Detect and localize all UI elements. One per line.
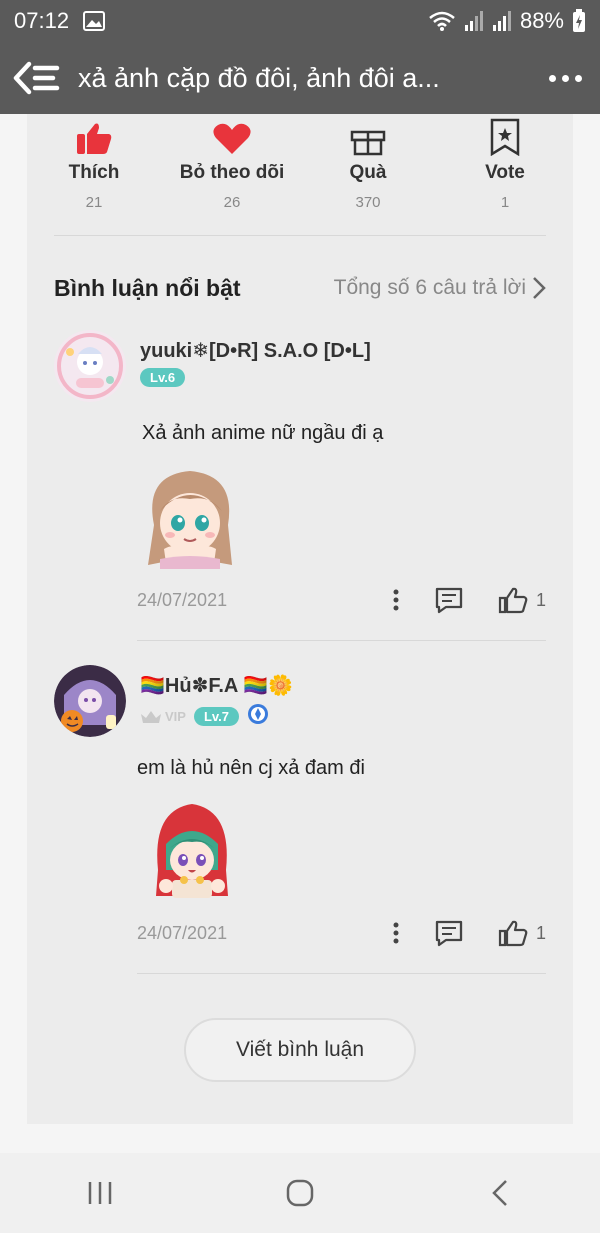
recent-apps-button[interactable] [60,1163,140,1223]
wifi-icon [428,10,456,32]
recent-apps-icon [88,1182,112,1204]
red-hood-girl-sticker [152,800,232,909]
back-button[interactable] [460,1163,540,1223]
battery-icon [572,9,586,33]
like-comment-icon[interactable] [482,586,528,614]
more-options-icon[interactable] [376,589,416,611]
signal-icon-2 [492,10,512,32]
gallery-notification-icon [83,11,106,31]
status-time: 07:12 [14,8,70,33]
chevron-right-icon [533,277,546,299]
home-button[interactable] [260,1163,340,1223]
level-badge: Lv.6 [140,368,186,387]
like-count: 21 [85,194,103,211]
comment-meta: 24/07/2021 1 [137,915,546,951]
battery-percent: 88% [519,8,564,33]
comment-like-count: 1 [535,589,546,610]
home-icon [286,1179,314,1207]
write-comment-button[interactable]: Viết bình luận [184,1018,416,1082]
unfollow-action[interactable]: Bỏ theo dõi 26 [167,100,297,211]
action-bar: Thích 21 Bỏ theo dõi 26 Quà 370 Vote 1 [27,100,573,240]
comment-username[interactable]: yuuki❄[D•R] S.A.O [D•L] [140,338,371,363]
unfollow-label: Bỏ theo dõi [179,162,285,183]
back-menu-button[interactable] [10,51,64,105]
total-replies-link[interactable]: Tổng số 6 câu trả lời [334,276,546,300]
anime-girl-sticker [140,465,240,576]
back-menu-icon [13,61,60,95]
back-chevron-icon [492,1180,507,1206]
comment-date: 24/07/2021 [137,589,228,610]
gift-count: 370 [355,194,381,211]
vote-count: 1 [500,194,510,211]
comment-text: Xả ảnh anime nữ ngầu đi ạ [142,422,384,444]
comment-item: 🏳️‍🌈Hủ✽F.A 🏳️‍🌈🌼 VIP Lv.7 em là hủ nên c… [54,665,546,975]
dot [574,74,582,82]
reply-comment-icon[interactable] [416,919,482,947]
vote-action[interactable]: Vote 1 [440,100,570,211]
divider [54,235,546,236]
featured-comments-title: Bình luận nổi bật [54,274,241,301]
more-options-button[interactable] [540,53,590,103]
like-comment-icon[interactable] [482,919,528,947]
status-bar: 07:12 88% [0,0,600,42]
unfollow-count: 26 [223,194,241,211]
comment-like-count: 1 [535,922,546,943]
gift-action[interactable]: Quà 370 [303,100,433,211]
crown-icon [141,710,161,723]
system-nav-bar [0,1153,600,1233]
dot [561,74,569,82]
comment-meta: 24/07/2021 1 [137,582,546,618]
featured-comments-header: Bình luận nổi bật Tổng số 6 câu trả lời [54,268,546,308]
page-title: xả ảnh cặp đồ đôi, ảnh đôi a... [78,62,440,93]
like-label: Thích [68,162,120,183]
comment-date: 24/07/2021 [137,922,228,943]
comment-ops: 1 [376,586,546,614]
vote-label: Vote [485,162,525,183]
total-replies-label: Tổng số 6 câu trả lời [333,276,526,299]
achievement-badge-icon [247,703,269,730]
post-card: Thích 21 Bỏ theo dõi 26 Quà 370 Vote 1 B… [27,60,573,1124]
level-badge: Lv.7 [193,707,240,726]
signal-icon [464,10,484,32]
dot [548,74,556,82]
user-badges: Lv.6 [140,368,186,387]
avatar[interactable] [54,665,126,737]
avatar[interactable] [54,330,126,402]
comment-ops: 1 [376,919,546,947]
divider [137,973,546,974]
vip-label: VIP [165,709,186,724]
comment-username[interactable]: 🏳️‍🌈Hủ✽F.A 🏳️‍🌈🌼 [140,673,293,698]
comment-item: yuuki❄[D•R] S.A.O [D•L] Lv.6 Xả ảnh anim… [54,330,546,640]
more-options-icon[interactable] [376,922,416,944]
like-action[interactable]: Thích 21 [29,100,159,211]
vip-badge: VIP [140,709,186,724]
user-badges: VIP Lv.7 [140,703,269,730]
gift-label: Quà [349,162,387,183]
divider [137,640,546,641]
top-bar: xả ảnh cặp đồ đôi, ảnh đôi a... [0,42,600,114]
comment-text: em là hủ nên cj xả đam đi [137,757,365,779]
reply-comment-icon[interactable] [416,586,482,614]
